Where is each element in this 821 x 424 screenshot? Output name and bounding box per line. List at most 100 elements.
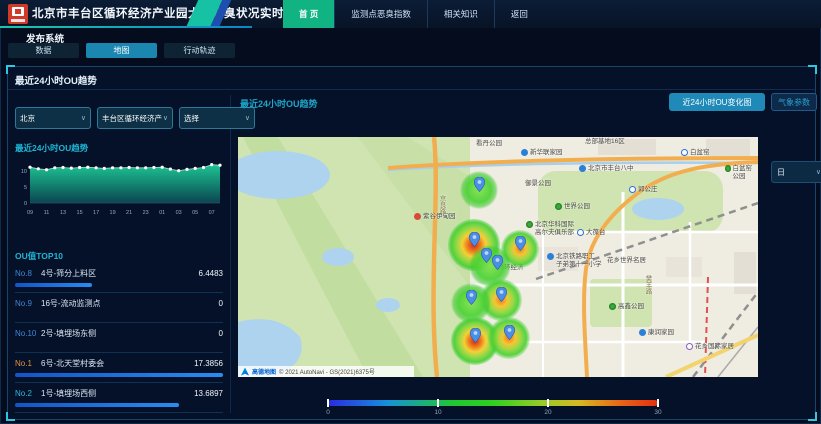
corner-accent bbox=[6, 412, 15, 421]
map-label: 白盆窑公园 bbox=[725, 165, 758, 180]
rank-label: No.10 bbox=[15, 329, 41, 338]
map-poi-icon bbox=[629, 186, 636, 193]
app-logo bbox=[8, 4, 28, 24]
map-poi-icon bbox=[521, 149, 528, 156]
map-label: 高鑫公园 bbox=[609, 303, 644, 311]
corner-accent bbox=[6, 65, 15, 74]
site-name: 1号-填埋场西侧 bbox=[41, 388, 194, 399]
publish-tab[interactable]: 地图 bbox=[86, 43, 157, 58]
svg-text:11: 11 bbox=[44, 210, 50, 216]
map-label: 新华联家园 bbox=[521, 149, 563, 157]
corner-accent bbox=[808, 65, 817, 74]
weather-params-button[interactable]: 气象参数 bbox=[771, 93, 817, 111]
chevron-down-icon: ∨ bbox=[816, 168, 821, 176]
publish-tab[interactable]: 数据 bbox=[8, 43, 79, 58]
rank-label: No.8 bbox=[15, 269, 41, 278]
svg-text:13: 13 bbox=[60, 210, 66, 216]
map-label: 御景公园 bbox=[525, 180, 551, 188]
progress-track bbox=[15, 343, 223, 347]
svg-text:5: 5 bbox=[24, 185, 27, 191]
left-column: 北京 ∨ 丰台区循环经济产 ∨ 选择 ∨ 最近24小时OU趋势 05100911… bbox=[13, 95, 231, 413]
map-canvas[interactable]: 紫谷伊甸园 看丹公园 新华联家园 御景公园 世界公园 总部基地16区 白盆窑 bbox=[238, 137, 758, 377]
map-marker-pin[interactable] bbox=[496, 287, 507, 302]
city-select[interactable]: 北京 ∨ bbox=[15, 107, 91, 129]
map-marker-pin[interactable] bbox=[466, 290, 477, 305]
svg-text:01: 01 bbox=[159, 210, 165, 216]
map-poi-icon bbox=[414, 213, 421, 220]
svg-text:21: 21 bbox=[126, 210, 132, 216]
map-label: 紫谷伊甸园 bbox=[414, 213, 456, 221]
map-panel-title: 最近24小时OU趋势 bbox=[240, 97, 318, 110]
ou-top-row[interactable]: No.8 4号-筛分上料区 6.4483 bbox=[15, 263, 223, 293]
map-poi-icon bbox=[725, 165, 731, 172]
progress-track bbox=[15, 313, 223, 317]
ou-top-row[interactable]: No.1 6号-北天堂村委会 17.3856 bbox=[15, 353, 223, 383]
rank-label: No.9 bbox=[15, 299, 41, 308]
map-marker-pin[interactable] bbox=[474, 177, 485, 192]
nav-item[interactable]: 相关知识 bbox=[427, 0, 494, 28]
attribution-text: © 2021 AutoNavi - GS(2021)6375号 bbox=[279, 367, 375, 376]
nav-item[interactable]: 返回 bbox=[494, 0, 544, 28]
heat-scale-gradient bbox=[328, 400, 658, 406]
app-title: 北京市丰台区循环经济产业园大气恶臭状况实时 bbox=[32, 0, 284, 28]
map-marker-pin[interactable] bbox=[481, 248, 492, 263]
progress-track bbox=[15, 283, 223, 287]
site-name: 6号-北天堂村委会 bbox=[41, 358, 194, 369]
map-poi-icon bbox=[547, 253, 554, 260]
rank-label: No.1 bbox=[15, 359, 41, 368]
map-poi-icon bbox=[555, 203, 562, 210]
map-label: 花乡国际家居 bbox=[686, 343, 734, 351]
ou-top-title: OU值TOP10 bbox=[15, 250, 63, 262]
ou-top-row[interactable]: No.2 1号-填埋场西侧 13.6897 bbox=[15, 383, 223, 413]
panel-title: 最近24小时OU趋势 bbox=[15, 73, 97, 87]
map-label: 总部基地16区 bbox=[585, 138, 625, 146]
publish-tabs: 数据地图行动轨迹 bbox=[8, 43, 235, 58]
ou-change-map-button[interactable]: 近24小时OU变化图 bbox=[669, 93, 765, 111]
header: 北京市丰台区循环经济产业园大气恶臭状况实时 首 页监测点恶臭指数相关知识返回 bbox=[0, 0, 821, 28]
map-poi-icon bbox=[681, 149, 688, 156]
progress-track bbox=[15, 373, 223, 377]
park-select[interactable]: 丰台区循环经济产 ∨ bbox=[97, 107, 173, 129]
site-name: 2号-填埋场东侧 bbox=[41, 328, 219, 339]
road-label: 京良路 bbox=[436, 195, 446, 215]
map-attribution: 高德地图 © 2021 AutoNavi - GS(2021)6375号 bbox=[238, 366, 414, 377]
map-label: 世界公园 bbox=[555, 203, 590, 211]
map-label: 康润家园 bbox=[639, 329, 674, 337]
svg-text:19: 19 bbox=[110, 210, 116, 216]
trend-chart-title: 最近24小时OU趋势 bbox=[15, 142, 88, 154]
nav-item[interactable]: 监测点恶臭指数 bbox=[334, 0, 427, 28]
progress-bar bbox=[15, 373, 223, 377]
heat-scale: 0 10 20 30 bbox=[328, 400, 658, 416]
ou-value: 17.3856 bbox=[194, 359, 223, 368]
main-panel: 最近24小时OU趋势 北京 ∨ 丰台区循环经济产 ∨ 选择 ∨ 最近24小时OU… bbox=[7, 66, 816, 420]
map-label: 北京铁路职工 子弟第十一小学 bbox=[547, 253, 602, 268]
ou-value: 6.4483 bbox=[199, 269, 223, 278]
map-label: 大葆台 bbox=[577, 229, 606, 237]
app-root: 北京市丰台区循环经济产业园大气恶臭状况实时 首 页监测点恶臭指数相关知识返回 发… bbox=[0, 0, 821, 424]
rank-label: No.2 bbox=[15, 389, 41, 398]
ou-top-row[interactable]: No.10 2号-填埋场东侧 0 bbox=[15, 323, 223, 353]
ou-top-row[interactable]: No.9 16号-流动监测点 0 bbox=[15, 293, 223, 323]
map-poi-icon bbox=[577, 229, 584, 236]
map-label: 白盆窑 bbox=[681, 149, 710, 157]
svg-text:03: 03 bbox=[176, 210, 182, 216]
map-label: 郭公庄 bbox=[629, 186, 658, 194]
map-marker-pin[interactable] bbox=[470, 328, 481, 343]
svg-text:10: 10 bbox=[21, 169, 27, 175]
map-poi-icon bbox=[526, 221, 533, 228]
map-marker-pin[interactable] bbox=[469, 232, 480, 247]
svg-text:0: 0 bbox=[24, 201, 27, 207]
map-marker-pin[interactable] bbox=[515, 236, 526, 251]
date-unit-select[interactable]: 日 ∨ bbox=[771, 161, 821, 183]
amap-logo-icon bbox=[241, 368, 249, 376]
site-name: 4号-筛分上料区 bbox=[41, 268, 199, 279]
nav-item[interactable]: 首 页 bbox=[283, 0, 334, 28]
publish-tab[interactable]: 行动轨迹 bbox=[164, 43, 235, 58]
map-marker-pin[interactable] bbox=[504, 325, 515, 340]
ou-top-list: No.8 4号-筛分上料区 6.4483 No.9 16号-流动监测点 0 bbox=[15, 263, 223, 413]
map-label: 花乡世界名居 bbox=[607, 257, 646, 265]
map-poi-icon bbox=[639, 329, 646, 336]
map-marker-pin[interactable] bbox=[492, 255, 503, 270]
progress-bar bbox=[15, 283, 92, 287]
chevron-down-icon: ∨ bbox=[81, 114, 86, 122]
